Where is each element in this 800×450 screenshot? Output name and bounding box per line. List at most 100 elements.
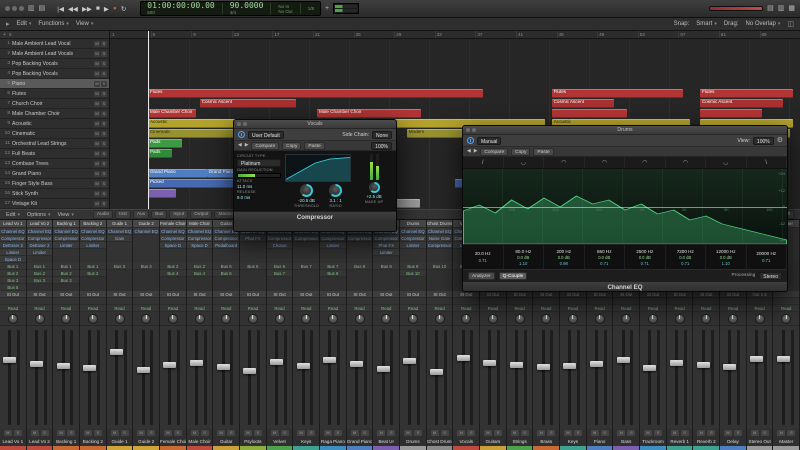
pan-knob[interactable]	[34, 313, 45, 324]
eq-band-shape-icon[interactable]: ◠	[666, 157, 706, 168]
automation-mode-slot[interactable]: Read	[640, 305, 666, 312]
track-name[interactable]: Pop Backing Vocals	[12, 61, 92, 67]
lcd-display[interactable]: 01:00:00:00.00 500 90.0000 4/4 No In No …	[140, 1, 321, 16]
channel-filter-button[interactable]: Input	[169, 210, 189, 219]
fader-handle[interactable]	[670, 359, 683, 366]
automation-mode-slot[interactable]: Read	[693, 305, 720, 312]
send-slot[interactable]: Bus 8	[320, 270, 346, 277]
output-slot[interactable]: St Out	[720, 291, 746, 298]
automation-mode-slot[interactable]: Read	[560, 305, 586, 312]
track-header[interactable]: 12 Full Beats MS	[0, 149, 109, 159]
lcd-tempo[interactable]: 90.0000	[230, 2, 264, 10]
eq-band-shape-icon[interactable]: ◡	[706, 157, 747, 168]
solo-button[interactable]: S	[520, 430, 529, 436]
band-gain[interactable]: 0.0 dB	[517, 255, 529, 260]
audio-region[interactable]: Pads	[147, 139, 183, 148]
eq-band-shape-icon[interactable]: ◠	[544, 157, 585, 168]
send-slot[interactable]: Bus 3	[106, 263, 133, 270]
automation-mode-slot[interactable]: Read	[480, 305, 506, 312]
pan-knob[interactable]	[7, 313, 18, 324]
fader-handle[interactable]	[136, 367, 150, 374]
send-slot[interactable]: Bus 3	[133, 263, 160, 270]
send-slot[interactable]: Bus 3	[26, 277, 53, 284]
mute-button[interactable]: M	[83, 430, 92, 436]
solo-button[interactable]: S	[101, 150, 107, 157]
channel-strip[interactable]: Lead Vo 2 Channel EQ Compressor DeEsser 2L…	[26, 220, 54, 450]
channel-name[interactable]: Grand Piano	[346, 437, 373, 446]
solo-button[interactable]: S	[101, 140, 107, 147]
pan-knob[interactable]	[621, 313, 632, 324]
channel-setting-button[interactable]: Drums	[400, 220, 426, 228]
fader-handle[interactable]	[643, 365, 657, 372]
fader-handle[interactable]	[750, 355, 764, 362]
solo-button[interactable]: S	[600, 430, 609, 436]
eq-band-column[interactable]: 7200 Hz 0.0 dB 0.71	[666, 245, 706, 269]
mute-button[interactable]: M	[94, 80, 100, 87]
tool-pointer-icon[interactable]: ▸	[6, 20, 10, 28]
fader-area[interactable]	[293, 326, 320, 429]
group-slot[interactable]	[560, 298, 586, 305]
pan-knob[interactable]	[274, 313, 285, 324]
track-name[interactable]: Grand Piano	[12, 171, 92, 177]
solo-button[interactable]: S	[253, 430, 262, 436]
band-q[interactable]: 0.71	[479, 258, 487, 263]
audio-fx-slot[interactable]: Space D	[0, 256, 26, 263]
copy-button[interactable]: Copy	[282, 141, 302, 150]
channel-name[interactable]: Male Choir	[186, 437, 213, 446]
channel-name[interactable]: Brass	[533, 437, 560, 446]
mute-button[interactable]: M	[590, 430, 599, 436]
fader-handle[interactable]	[696, 362, 710, 369]
track-name[interactable]: Combase Trees	[12, 161, 92, 167]
audio-region[interactable]: Cosmic Ascent	[551, 99, 614, 108]
mixer-menu[interactable]: View ▾	[57, 212, 73, 218]
audio-fx-slot[interactable]: Channel EQ	[106, 228, 133, 235]
mute-button[interactable]: M	[457, 430, 466, 436]
audio-fx-slot[interactable]: Compressor	[0, 235, 26, 242]
fader-area[interactable]	[640, 326, 666, 429]
inspector-toggle-icon[interactable]: ▤	[39, 1, 46, 17]
group-slot[interactable]	[106, 298, 133, 305]
view-mode-icon[interactable]: ▤	[767, 1, 774, 17]
mute-button[interactable]: M	[94, 130, 100, 137]
fader-area[interactable]	[666, 326, 693, 429]
audio-fx-slot[interactable]: Space D	[186, 242, 213, 249]
solo-button[interactable]: S	[440, 430, 449, 436]
track-name[interactable]: Stick Synth	[12, 191, 92, 197]
pan-knob[interactable]	[487, 313, 498, 324]
output-slot[interactable]: St Out	[506, 291, 533, 298]
pan-knob[interactable]	[301, 313, 312, 324]
automation-mode-slot[interactable]: Read	[666, 305, 693, 312]
automation-mode-slot[interactable]: Read	[293, 305, 320, 312]
channel-name[interactable]: Delay	[720, 437, 746, 446]
channel-strip[interactable]: Guide 1 Channel EQ Gain Bus 3 St Out Read…	[106, 220, 134, 450]
pan-knob[interactable]	[541, 313, 552, 324]
mute-button[interactable]: M	[94, 180, 100, 187]
output-slot[interactable]: St Out	[640, 291, 666, 298]
fader-handle[interactable]	[536, 364, 550, 371]
arrange-menu[interactable]: View ▾	[76, 21, 93, 27]
audio-fx-slot[interactable]: Compressor	[320, 235, 346, 242]
solo-button[interactable]: S	[547, 430, 556, 436]
eq-spectrum-display[interactable]: 50 100 200 500 1K 2K 5K 10K +24 +12 0 -12 -24	[463, 169, 787, 244]
close-icon[interactable]	[237, 122, 241, 126]
pan-knob[interactable]	[514, 313, 525, 324]
solo-button[interactable]: S	[333, 430, 342, 436]
solo-button[interactable]: S	[101, 70, 107, 77]
send-slot[interactable]: Bus 9	[400, 263, 426, 270]
channel-setting-button[interactable]: Lead Vo 1	[0, 220, 26, 228]
fader-handle[interactable]	[243, 368, 257, 375]
pan-knob[interactable]	[407, 313, 418, 324]
automation-mode-slot[interactable]: Read	[133, 305, 160, 312]
send-slot[interactable]: Bus 2	[186, 263, 213, 270]
solo-button[interactable]: S	[40, 430, 49, 436]
track-header[interactable]: 5 Piano MS	[0, 79, 109, 89]
transport-button[interactable]: ▶▶	[82, 5, 92, 13]
fader-area[interactable]	[373, 326, 400, 429]
fader-area[interactable]	[106, 326, 133, 429]
track-header[interactable]: 16 Stick Synth MS	[0, 189, 109, 199]
group-slot[interactable]	[346, 298, 373, 305]
audio-fx-slot[interactable]: Limiter	[320, 242, 346, 249]
output-slot[interactable]: St Out	[160, 291, 186, 298]
next-preset-button[interactable]: ▶	[245, 143, 249, 148]
pan-knob[interactable]	[461, 313, 472, 324]
